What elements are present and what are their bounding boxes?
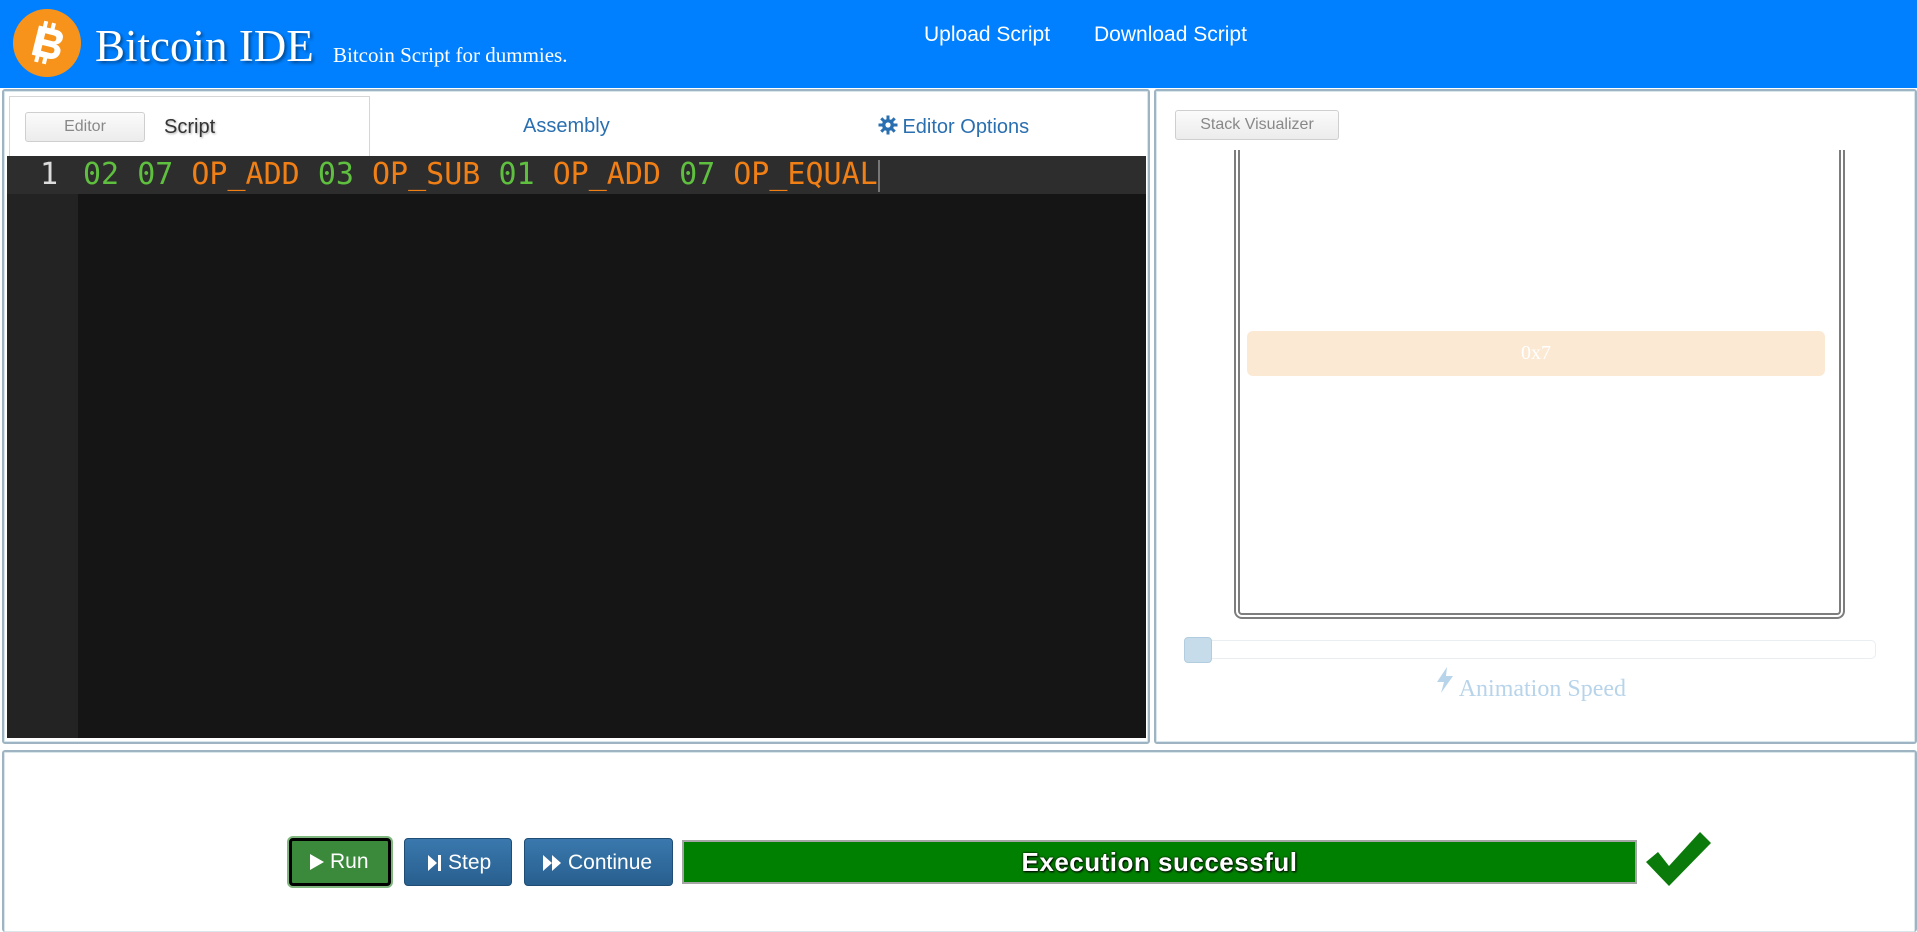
line-gutter [7, 156, 78, 738]
step-button-label: Step [448, 851, 492, 874]
continue-button-label: Continue [568, 851, 653, 874]
gear-icon [878, 115, 898, 135]
number-token: 02 [83, 157, 120, 192]
continue-button[interactable]: Continue [524, 838, 673, 886]
slider-handle[interactable] [1184, 637, 1212, 663]
stack-container [1234, 150, 1845, 619]
stack-item: 0x7 [1247, 331, 1825, 376]
tab-editor-options[interactable]: Editor Options [878, 113, 1029, 139]
stack-visualizer-badge: Stack Visualizer [1175, 110, 1339, 140]
download-script-link[interactable]: Download Script [1094, 23, 1247, 47]
opcode-token: OP_ADD [191, 157, 300, 192]
number-token: 01 [498, 157, 535, 192]
tab-editor-options-label: Editor Options [902, 116, 1030, 138]
text-cursor [877, 159, 880, 192]
tab-script[interactable]: Editor Script [9, 96, 370, 159]
play-icon [310, 854, 324, 871]
opcode-token: OP_EQUAL [733, 157, 878, 192]
animation-speed-text: Animation Speed [1458, 676, 1626, 702]
checkmark-icon [1646, 832, 1711, 886]
code-line[interactable]: 02 07 OP_ADD 03 OP_SUB 01 OP_ADD 07 OP_E… [83, 156, 880, 194]
step-button[interactable]: Step [404, 838, 512, 886]
animation-speed-label: Animation Speed [1436, 667, 1626, 703]
execution-status-bar: Execution successful [682, 840, 1637, 884]
run-button-label: Run [330, 850, 369, 873]
fast-forward-icon [543, 855, 561, 872]
code-editor[interactable]: 1 02 07 OP_ADD 03 OP_SUB 01 OP_ADD 07 OP… [7, 156, 1146, 738]
app-header: Bitcoin IDE Bitcoin Script for dummies. … [0, 0, 1917, 88]
lightning-icon [1437, 667, 1453, 693]
run-button[interactable]: Run [289, 838, 391, 886]
tab-script-label: Script [164, 116, 216, 138]
editor-badge: Editor [25, 112, 145, 142]
number-token: 03 [317, 157, 354, 192]
upload-script-link[interactable]: Upload Script [924, 23, 1050, 47]
tab-assembly[interactable]: Assembly [523, 115, 610, 138]
step-forward-icon [428, 855, 441, 872]
number-token: 07 [137, 157, 174, 192]
opcode-token: OP_ADD [552, 157, 661, 192]
line-number: 1 [39, 157, 58, 192]
app-title: Bitcoin IDE [95, 21, 314, 71]
bitcoin-logo-icon [13, 9, 81, 77]
editor-tabbar: Editor Script Assembly Editor Options [9, 96, 1147, 160]
app-tagline: Bitcoin Script for dummies. [333, 43, 568, 67]
animation-speed-slider[interactable] [1184, 640, 1876, 659]
opcode-token: OP_SUB [372, 157, 481, 192]
number-token: 07 [679, 157, 716, 192]
